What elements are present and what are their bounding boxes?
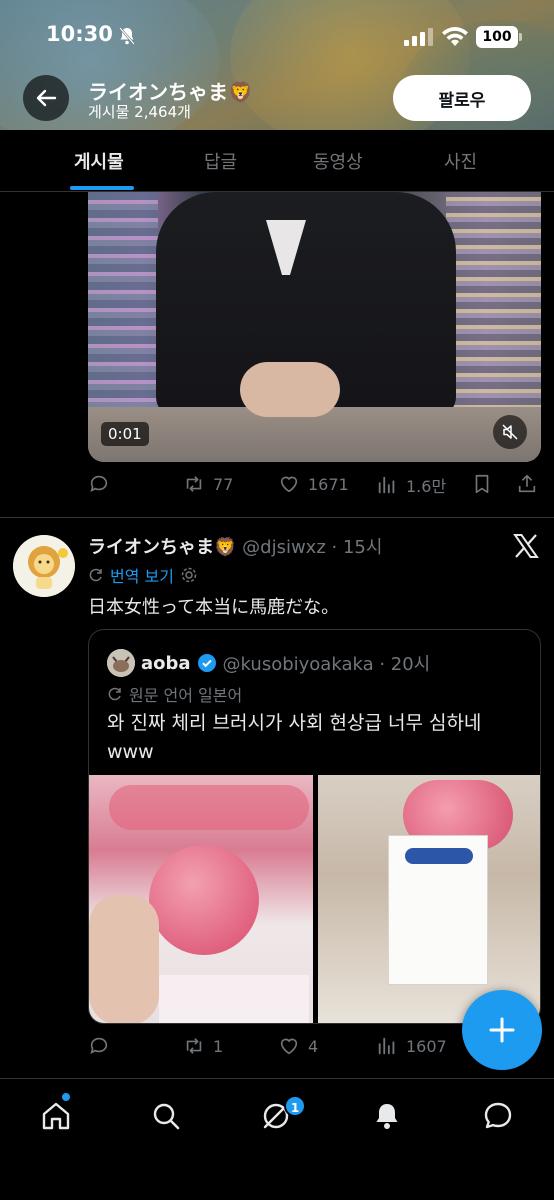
compose-button[interactable] (462, 990, 542, 1070)
like-button[interactable]: 4 (278, 1035, 318, 1057)
views-count: 1.6만 (406, 477, 447, 496)
quote-language-label: 원문 언어 일본어 (129, 686, 243, 705)
translate-icon (108, 687, 121, 701)
bell-off-icon (119, 27, 135, 45)
share-icon (518, 474, 536, 493)
notifications-icon[interactable] (370, 1099, 404, 1133)
home-unread-dot (62, 1093, 70, 1101)
retweet-icon (186, 476, 202, 492)
tab-videos[interactable]: 동영상 (313, 148, 363, 174)
quote-avatar (107, 649, 135, 677)
translate-link[interactable]: 번역 보기 (110, 563, 174, 587)
quote-author-line: aoba @kusobiyoakaka · 20시 (141, 650, 430, 676)
like-icon (280, 1038, 298, 1055)
post-video[interactable]: 0:01 (88, 192, 541, 462)
tab-posts[interactable]: 게시물 (74, 148, 124, 174)
retweet-count: 1 (213, 1036, 224, 1056)
post1-actions: 77 1671 1.6만 (88, 473, 543, 501)
back-button[interactable] (23, 75, 69, 121)
quote-text: 와 진짜 체리 브러시가 사회 현상급 너무 심하네 www (107, 712, 482, 763)
like-icon (280, 476, 298, 493)
status-bar: 10:30 100 (0, 0, 554, 72)
signal-icon (404, 28, 433, 46)
views-icon (378, 476, 395, 494)
home-icon[interactable] (39, 1099, 73, 1133)
like-count: 1671 (308, 474, 349, 494)
translate-icon (89, 568, 102, 582)
profile-tabs: 게시물 답글 동영상 사진 (0, 130, 554, 192)
reply-button[interactable] (88, 473, 110, 495)
views-icon (378, 1037, 395, 1055)
bookmark-button[interactable] (471, 473, 493, 495)
views-button[interactable]: 1607 (376, 1035, 447, 1057)
post-text: 日本女性って本当に馬鹿だな。 (88, 597, 340, 618)
verified-icon (197, 654, 216, 672)
x-logo-icon (513, 534, 539, 558)
status-time: 10:30 (46, 22, 113, 46)
plus-icon (489, 1017, 515, 1043)
author-meta: @djsiwxz · 15시 (242, 537, 383, 558)
tab-photos[interactable]: 사진 (444, 148, 477, 174)
video-timestamp: 0:01 (101, 422, 149, 446)
author-name[interactable]: ライオンちゃま🦁 (88, 537, 236, 558)
quote-author-name: aoba (141, 652, 191, 674)
views-count: 1607 (406, 1036, 447, 1056)
retweet-button[interactable]: 1 (183, 1035, 223, 1057)
quoted-post[interactable]: aoba @kusobiyoakaka · 20시 원문 언어 일본어 와 진짜… (88, 629, 541, 1024)
tab-replies[interactable]: 답글 (204, 148, 237, 174)
views-button[interactable]: 1.6만 (376, 473, 446, 497)
bottom-nav: 1 (0, 1078, 554, 1200)
active-tab-indicator (70, 186, 134, 190)
reply-button[interactable] (88, 1035, 110, 1057)
post-divider (0, 517, 554, 518)
follow-button[interactable]: 팔로우 (393, 75, 531, 121)
retweet-count: 77 (213, 474, 234, 494)
bookmark-icon (475, 474, 489, 494)
avatar[interactable] (13, 535, 75, 597)
messages-badge: 1 (284, 1095, 306, 1117)
battery-indicator: 100 (476, 26, 518, 48)
quote-language-note: 원문 언어 일본어 (107, 682, 242, 706)
quote-image-1[interactable] (89, 775, 313, 1023)
reply-icon (90, 475, 108, 492)
quote-author-meta: @kusobiyoakaka · 20시 (222, 654, 431, 675)
mute-icon (502, 424, 518, 440)
settings-icon[interactable] (180, 566, 198, 584)
like-count: 4 (308, 1036, 319, 1056)
like-button[interactable]: 1671 (278, 473, 349, 495)
back-arrow-icon (36, 89, 57, 107)
post-count: 게시물 2,464개 (88, 103, 191, 121)
reply-icon (90, 1037, 108, 1054)
quote-image-2[interactable] (318, 775, 540, 1023)
share-button[interactable] (516, 473, 538, 495)
messages-icon[interactable] (481, 1099, 515, 1133)
mute-button[interactable] (493, 415, 527, 449)
wifi-icon (442, 27, 468, 46)
retweet-icon (186, 1038, 202, 1054)
post-author-line: ライオンちゃま🦁 @djsiwxz · 15시 (88, 533, 382, 559)
translate-row: 번역 보기 (88, 563, 198, 587)
search-icon[interactable] (149, 1099, 183, 1133)
retweet-button[interactable]: 77 (183, 473, 233, 495)
